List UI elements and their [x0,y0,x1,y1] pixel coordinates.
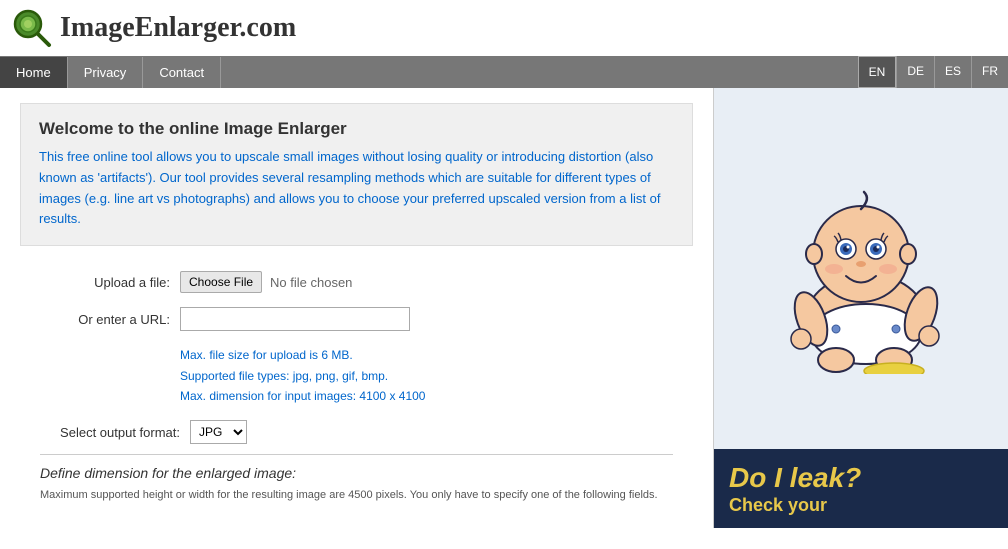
header: ImageEnlarger.com [0,0,1008,56]
ad-text-area: Do I leak? Check your [714,449,1008,528]
upload-row: Upload a file: Choose File No file chose… [40,271,673,293]
url-control [180,307,410,331]
form-area: Upload a file: Choose File No file chose… [20,266,693,509]
upload-label: Upload a file: [40,275,180,290]
format-row: Select output format: JPG PNG GIF BMP [40,420,673,444]
left-content: Welcome to the online Image Enlarger Thi… [0,88,713,528]
upload-control: Choose File No file chosen [180,271,352,293]
main-nav: Home Privacy Contact EN DE ES FR [0,56,1008,88]
nav-privacy[interactable]: Privacy [68,57,144,88]
logo-icon [12,8,52,48]
format-select[interactable]: JPG PNG GIF BMP [190,420,247,444]
url-row: Or enter a URL: [40,307,673,331]
url-label: Or enter a URL: [40,312,180,327]
choose-file-button[interactable]: Choose File [180,271,262,293]
info-text: Max. file size for upload is 6 MB. Suppo… [180,345,673,406]
lang-es[interactable]: ES [934,56,971,88]
nav-contact[interactable]: Contact [143,57,221,88]
define-title: Define dimension for the enlarged image: [40,465,673,481]
right-sidebar: Do I leak? Check your [713,88,1008,528]
lang-de[interactable]: DE [896,56,934,88]
format-label: Select output format: [40,425,190,440]
magnifier-svg [12,8,52,48]
ad-image-area [714,88,1008,449]
nav-home[interactable]: Home [0,57,68,88]
ad-text-large: Do I leak? [729,461,993,495]
info-line-1: Max. file size for upload is 6 MB. [180,345,673,365]
lang-fr[interactable]: FR [971,56,1008,88]
ad-text-sub: Check your [729,495,993,516]
welcome-heading: Welcome to the online Image Enlarger [39,119,674,139]
lang-en[interactable]: EN [858,56,897,88]
welcome-description: This free online tool allows you to upsc… [39,147,674,230]
no-file-text: No file chosen [270,275,352,290]
language-group: EN DE ES FR [858,56,1008,88]
welcome-box: Welcome to the online Image Enlarger Thi… [20,103,693,246]
baby-illustration [746,164,976,374]
define-section: Define dimension for the enlarged image:… [40,454,673,504]
info-line-3: Max. dimension for input images: 4100 x … [180,386,673,406]
define-desc: Maximum supported height or width for th… [40,487,673,504]
url-input[interactable] [180,307,410,331]
info-line-2: Supported file types: jpg, png, gif, bmp… [180,366,673,386]
site-title: ImageEnlarger.com [60,12,296,44]
main-layout: Welcome to the online Image Enlarger Thi… [0,88,1008,528]
